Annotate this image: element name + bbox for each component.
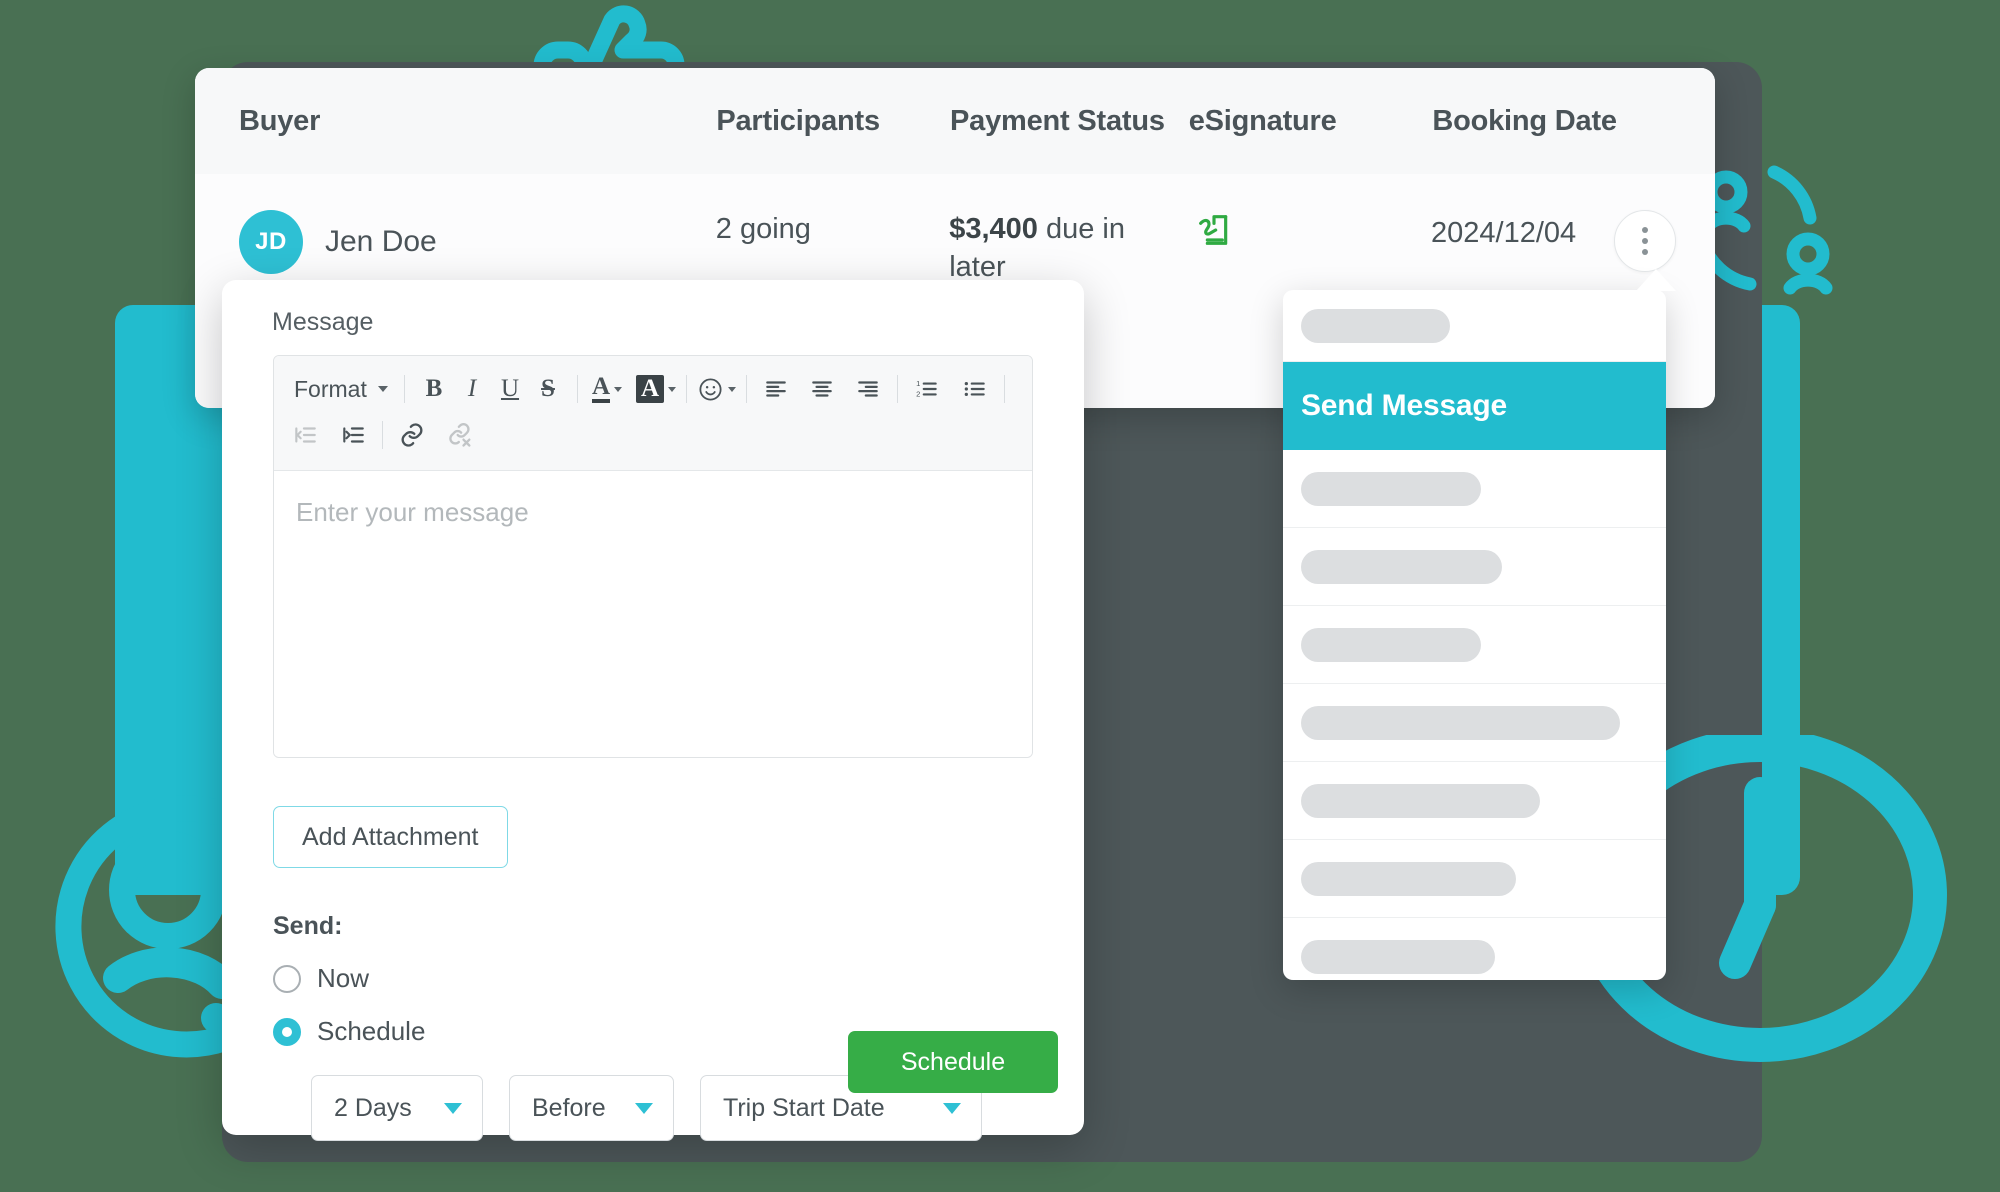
svg-text:2: 2 <box>916 390 920 399</box>
toolbar-divider <box>404 375 405 403</box>
radio-schedule[interactable] <box>273 1017 301 1046</box>
svg-text:1: 1 <box>916 379 920 388</box>
booking-date-text: 2024/12/04 <box>1431 217 1577 249</box>
toolbar-divider <box>897 375 899 403</box>
menu-item-placeholder[interactable] <box>1283 450 1666 528</box>
menu-item-placeholder[interactable] <box>1283 762 1666 840</box>
menu-item-placeholder[interactable] <box>1283 684 1666 762</box>
bold-icon[interactable]: B <box>415 370 453 408</box>
schedule-submit-button[interactable]: Schedule <box>848 1031 1058 1093</box>
schedule-relation-value: Before <box>532 1093 606 1122</box>
toolbar-divider <box>577 375 578 403</box>
align-left-icon[interactable] <box>757 370 795 408</box>
cell-participants: 2 going <box>715 213 811 245</box>
unordered-list-icon[interactable] <box>956 370 994 408</box>
text-color-icon[interactable]: A <box>588 370 626 408</box>
rich-text-editor: Format B I U S A A 1 2 Enter your messag… <box>273 355 1033 758</box>
cell-booking-date: 2024/12/04 <box>1431 210 1677 272</box>
message-input[interactable]: Enter your message <box>274 471 1032 757</box>
toolbar-divider <box>1004 375 1006 403</box>
editor-toolbar: Format B I U S A A 1 2 <box>274 356 1032 471</box>
column-header-buyer: Buyer <box>239 104 321 137</box>
send-section-label: Send: <box>273 912 343 940</box>
table-header-row: Buyer Participants Payment Status eSigna… <box>195 68 1715 174</box>
avatar: JD <box>239 210 303 274</box>
toolbar-divider <box>382 421 383 449</box>
schedule-offset-value: 2 Days <box>334 1093 412 1122</box>
menu-item-send-message[interactable]: Send Message <box>1283 362 1666 450</box>
strikethrough-icon[interactable]: S <box>529 370 567 408</box>
send-option-now-label: Now <box>317 963 370 993</box>
editor-toolbar-row-1: Format B I U S A A 1 2 <box>286 366 1020 412</box>
align-right-icon[interactable] <box>849 370 887 408</box>
kebab-menu-icon[interactable] <box>1614 210 1677 272</box>
format-dropdown[interactable]: Format <box>286 370 394 408</box>
cell-buyer: JD Jen Doe <box>239 210 716 274</box>
message-composer-dialog: Message Format B I U S A A 1 2 Enter you… <box>222 280 1084 1141</box>
menu-item-placeholder[interactable] <box>1283 528 1666 606</box>
indent-icon[interactable] <box>334 416 372 454</box>
outdent-icon[interactable] <box>286 416 324 454</box>
skeleton-bar <box>1301 940 1496 974</box>
chevron-down-icon <box>378 386 388 392</box>
underline-icon[interactable]: U <box>491 370 529 408</box>
format-dropdown-label: Format <box>294 375 367 402</box>
skeleton-bar <box>1301 705 1621 740</box>
align-center-icon[interactable] <box>803 370 841 408</box>
add-attachment-button[interactable]: Add Attachment <box>273 806 508 868</box>
cell-payment-status: $3,400 due in later <box>949 210 1187 287</box>
column-header-payment-status: Payment Status <box>950 104 1165 137</box>
toolbar-divider <box>686 375 688 403</box>
column-header-esignature: eSignature <box>1188 104 1337 137</box>
remove-link-icon[interactable] <box>441 416 479 454</box>
menu-item-label: Send Message <box>1301 389 1508 422</box>
radio-now[interactable] <box>273 964 301 993</box>
chevron-down-icon <box>635 1102 653 1114</box>
skeleton-bar <box>1301 308 1451 343</box>
skeleton-bar <box>1301 627 1482 662</box>
menu-item-placeholder[interactable] <box>1283 918 1666 980</box>
menu-item-placeholder[interactable] <box>1283 840 1666 918</box>
cell-esignature <box>1188 210 1431 260</box>
message-label: Message <box>272 308 374 336</box>
column-header-participants: Participants <box>716 104 880 137</box>
ordered-list-icon[interactable]: 1 2 <box>908 370 946 408</box>
emoji-icon[interactable] <box>697 370 737 408</box>
send-option-schedule-label: Schedule <box>317 1016 426 1046</box>
menu-item-placeholder[interactable] <box>1283 290 1666 362</box>
signature-icon[interactable] <box>1194 215 1234 257</box>
skeleton-bar <box>1301 471 1482 506</box>
chevron-down-icon <box>444 1102 462 1114</box>
message-placeholder: Enter your message <box>296 497 529 527</box>
buyer-name: Jen Doe <box>325 225 437 259</box>
column-header-booking-date: Booking Date <box>1432 104 1617 137</box>
skeleton-bar <box>1301 861 1517 896</box>
schedule-relation-select[interactable]: Before <box>509 1075 674 1141</box>
send-option-now[interactable]: Now <box>273 963 1058 994</box>
menu-item-placeholder[interactable] <box>1283 606 1666 684</box>
skeleton-bar <box>1301 783 1541 818</box>
chevron-down-icon <box>943 1102 961 1114</box>
skeleton-bar <box>1301 549 1503 584</box>
schedule-offset-select[interactable]: 2 Days <box>311 1075 483 1141</box>
insert-link-icon[interactable] <box>393 416 431 454</box>
italic-icon[interactable]: I <box>453 370 491 408</box>
highlight-color-icon[interactable]: A <box>636 370 677 408</box>
schedule-anchor-value: Trip Start Date <box>723 1093 885 1122</box>
context-menu: Send Message <box>1283 290 1666 980</box>
payment-amount: $3,400 <box>949 213 1038 245</box>
toolbar-divider <box>746 375 748 403</box>
context-menu-arrow <box>1636 269 1676 291</box>
editor-toolbar-row-2 <box>286 412 1020 458</box>
